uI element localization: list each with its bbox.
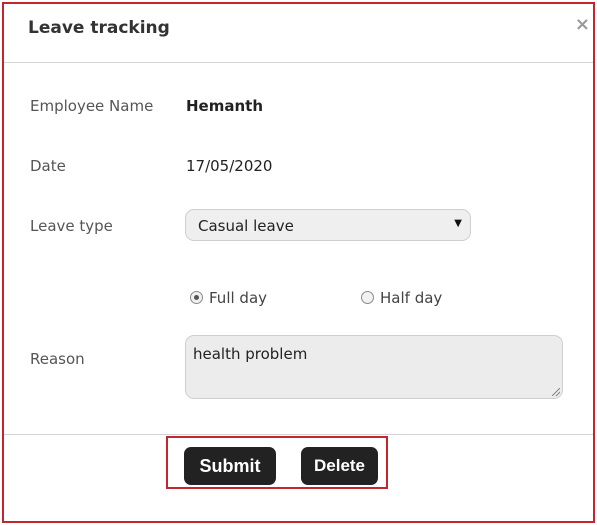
reason-textarea[interactable]: health problem (185, 335, 563, 399)
leave-type-select[interactable]: Casual leave ▼ (185, 209, 471, 241)
date-label: Date (30, 157, 66, 175)
full-day-radio-option[interactable]: Full day (190, 289, 300, 309)
submit-button[interactable]: Submit (184, 447, 276, 485)
date-value: 17/05/2020 (186, 157, 273, 175)
close-icon[interactable]: × (575, 16, 590, 34)
employee-name-label: Employee Name (30, 97, 154, 115)
leave-tracking-dialog: Leave tracking × Employee Name Hemanth D… (2, 2, 595, 523)
action-buttons-highlight: Submit Delete (166, 436, 388, 489)
reason-text: health problem (193, 345, 308, 363)
half-day-radio-option[interactable]: Half day (361, 289, 471, 309)
dialog-title: Leave tracking (28, 18, 170, 38)
half-day-label: Half day (380, 289, 443, 307)
dropdown-arrow-icon: ▼ (454, 218, 462, 229)
header-divider (4, 62, 593, 63)
delete-button[interactable]: Delete (301, 447, 378, 485)
half-day-radio[interactable] (361, 291, 374, 304)
full-day-label: Full day (209, 289, 268, 307)
resize-grip-icon[interactable] (552, 388, 560, 396)
reason-label: Reason (30, 350, 85, 368)
leave-type-label: Leave type (30, 217, 113, 235)
leave-type-selected-value: Casual leave (198, 217, 294, 235)
full-day-radio[interactable] (190, 291, 203, 304)
employee-name-value: Hemanth (186, 97, 264, 115)
footer-divider (4, 434, 593, 435)
